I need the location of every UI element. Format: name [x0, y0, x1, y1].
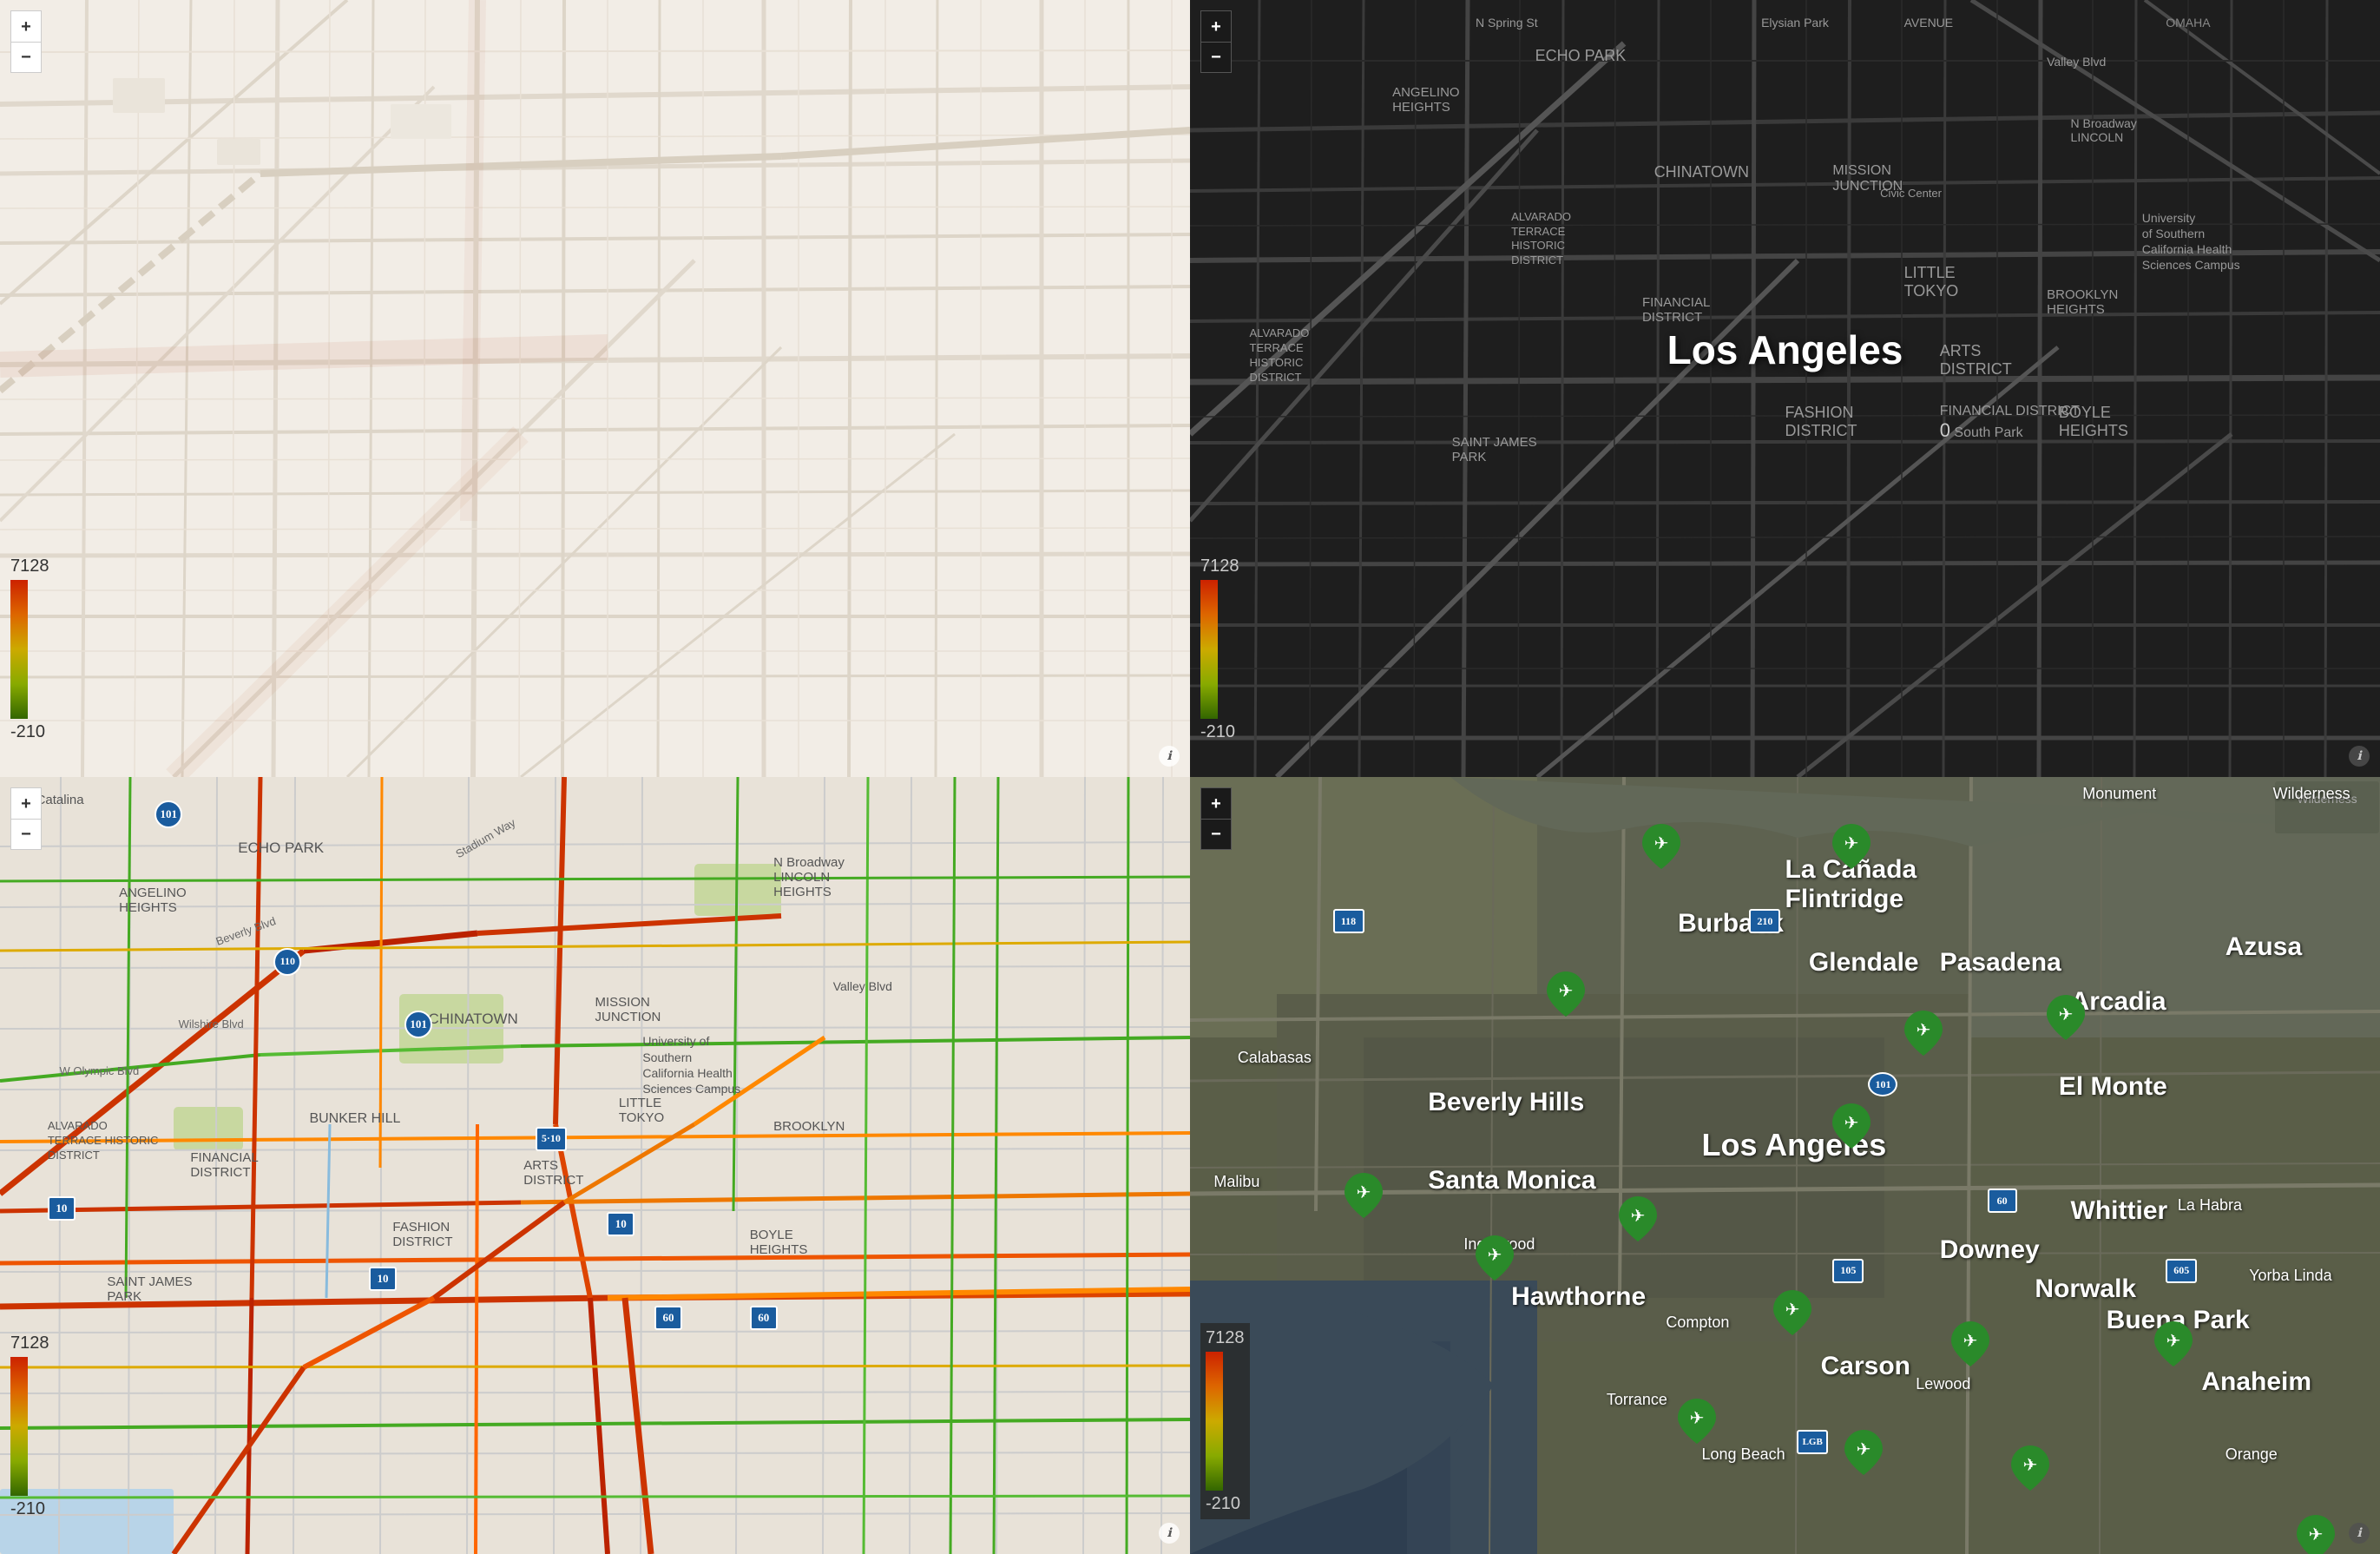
shield-10-bl: 10 [607, 1212, 634, 1236]
shield-101b-bl: 101 [155, 800, 182, 828]
svg-text:✈: ✈ [1559, 982, 1574, 1001]
pin-8: ✈ [1476, 1235, 1514, 1281]
svg-text:✈: ✈ [2023, 1456, 2038, 1475]
legend-max-label-tr: 7128 [1200, 556, 1239, 576]
pin-3: ✈ [1547, 971, 1585, 1017]
legend-max-label-br: 7128 [1206, 1328, 1245, 1348]
shield-210-sat: 210 [1749, 909, 1780, 933]
svg-text:✈: ✈ [1844, 834, 1859, 853]
svg-text:✈: ✈ [2059, 1005, 2074, 1024]
svg-text:✈: ✈ [1785, 1300, 1799, 1320]
shield-101-sat: 101 [1868, 1072, 1897, 1096]
pin-13: ✈ [1678, 1399, 1716, 1444]
shield-60-bl: 60 [654, 1306, 682, 1330]
svg-text:✈: ✈ [1654, 834, 1669, 853]
svg-text:✈: ✈ [2166, 1332, 2180, 1351]
legend-min-label-tr: -210 [1200, 722, 1235, 742]
legend-min-label-tl: -210 [10, 722, 45, 742]
svg-text:✈: ✈ [1844, 1114, 1859, 1133]
svg-text:✈: ✈ [2309, 1525, 2324, 1544]
legend-top-right: 7128 -210 [1200, 556, 1239, 742]
shield-105-sat: 105 [1832, 1259, 1864, 1283]
shield-110-bl: 110 [273, 948, 301, 976]
pin-7: ✈ [1345, 1173, 1383, 1218]
pin-14: ✈ [1844, 1430, 1883, 1475]
map-panel-bottom-left: ECHO PARK ANGELINOHEIGHTS S Catalina CHI… [0, 777, 1190, 1554]
legend-bar-tl [10, 580, 28, 719]
zoom-controls-top-left: + − [10, 10, 42, 73]
zoom-in-button-tl[interactable]: + [10, 10, 42, 42]
shield-10c-bl: 10 [48, 1196, 76, 1221]
info-button-tr[interactable]: ℹ [2349, 746, 2370, 767]
shield-101c-bl: 101 [404, 1011, 432, 1038]
shield-10b-bl: 10 [369, 1267, 397, 1291]
pin-15: ✈ [2011, 1445, 2049, 1491]
map-panel-top-left: + − 7128 -210 ℹ [0, 0, 1190, 777]
svg-text:✈: ✈ [1690, 1409, 1705, 1428]
svg-text:✈: ✈ [1916, 1021, 1930, 1040]
pin-5: ✈ [2047, 995, 2085, 1040]
zoom-in-button-br[interactable]: + [1200, 787, 1232, 819]
legend-bar-bl [10, 1357, 28, 1496]
legend-min-label-bl: -210 [10, 1499, 45, 1519]
legend-bar-br [1206, 1352, 1223, 1491]
legend-max-label-tl: 7128 [10, 556, 49, 576]
pin-12: ✈ [2154, 1321, 2193, 1366]
pin-1: ✈ [1642, 824, 1680, 869]
svg-text:Wilderness: Wilderness [2297, 792, 2357, 806]
zoom-out-button-bl[interactable]: − [10, 819, 42, 850]
zoom-controls-top-right: + − [1200, 10, 1232, 73]
pin-4: ✈ [1904, 1011, 1943, 1056]
info-button-br[interactable]: ℹ [2349, 1523, 2370, 1544]
legend-bottom-right: 7128 -210 [1200, 1323, 1250, 1519]
shield-lgb-sat: LGB [1797, 1430, 1828, 1454]
shield-510-bl: 5·10 [536, 1127, 567, 1151]
legend-min-label-br: -210 [1206, 1494, 1240, 1514]
zoom-out-button-br[interactable]: − [1200, 819, 1232, 850]
legend-top-left: 7128 -210 [10, 556, 49, 742]
shield-118-sat: 118 [1333, 909, 1364, 933]
shield-60-sat: 60 [1988, 1189, 2017, 1213]
info-button-tl[interactable]: ℹ [1159, 746, 1180, 767]
svg-text:✈: ✈ [1357, 1183, 1371, 1202]
legend-bar-tr [1200, 580, 1218, 719]
zoom-out-button-tr[interactable]: − [1200, 42, 1232, 73]
pin-10: ✈ [1773, 1290, 1811, 1335]
zoom-controls-bottom-left: + − [10, 787, 42, 850]
pin-9: ✈ [1619, 1196, 1657, 1241]
svg-text:✈: ✈ [1630, 1207, 1645, 1226]
zoom-out-button-tl[interactable]: − [10, 42, 42, 73]
shield-605-sat: 605 [2166, 1259, 2197, 1283]
legend-max-label-bl: 7128 [10, 1333, 49, 1353]
pin-16: ✈ [2297, 1515, 2335, 1554]
info-button-bl[interactable]: ℹ [1159, 1523, 1180, 1544]
pin-11: ✈ [1951, 1321, 1989, 1366]
zoom-controls-bottom-right: + − [1200, 787, 1232, 850]
map-panel-bottom-right: Wilderness Monument Wilderness La Cañada… [1190, 777, 2380, 1554]
svg-text:✈: ✈ [1857, 1440, 1871, 1459]
svg-text:✈: ✈ [1963, 1332, 1978, 1351]
pin-2: ✈ [1832, 824, 1870, 869]
map-panel-top-right: Los Angeles ECHO PARK ANGELINOHEIGHTS CH… [1190, 0, 2380, 777]
shield-60b-bl: 60 [750, 1306, 778, 1330]
zoom-in-button-tr[interactable]: + [1200, 10, 1232, 42]
svg-text:✈: ✈ [1488, 1246, 1502, 1265]
pin-6: ✈ [1832, 1103, 1870, 1149]
legend-bottom-left: 7128 -210 [10, 1333, 49, 1519]
zoom-in-button-bl[interactable]: + [10, 787, 42, 819]
